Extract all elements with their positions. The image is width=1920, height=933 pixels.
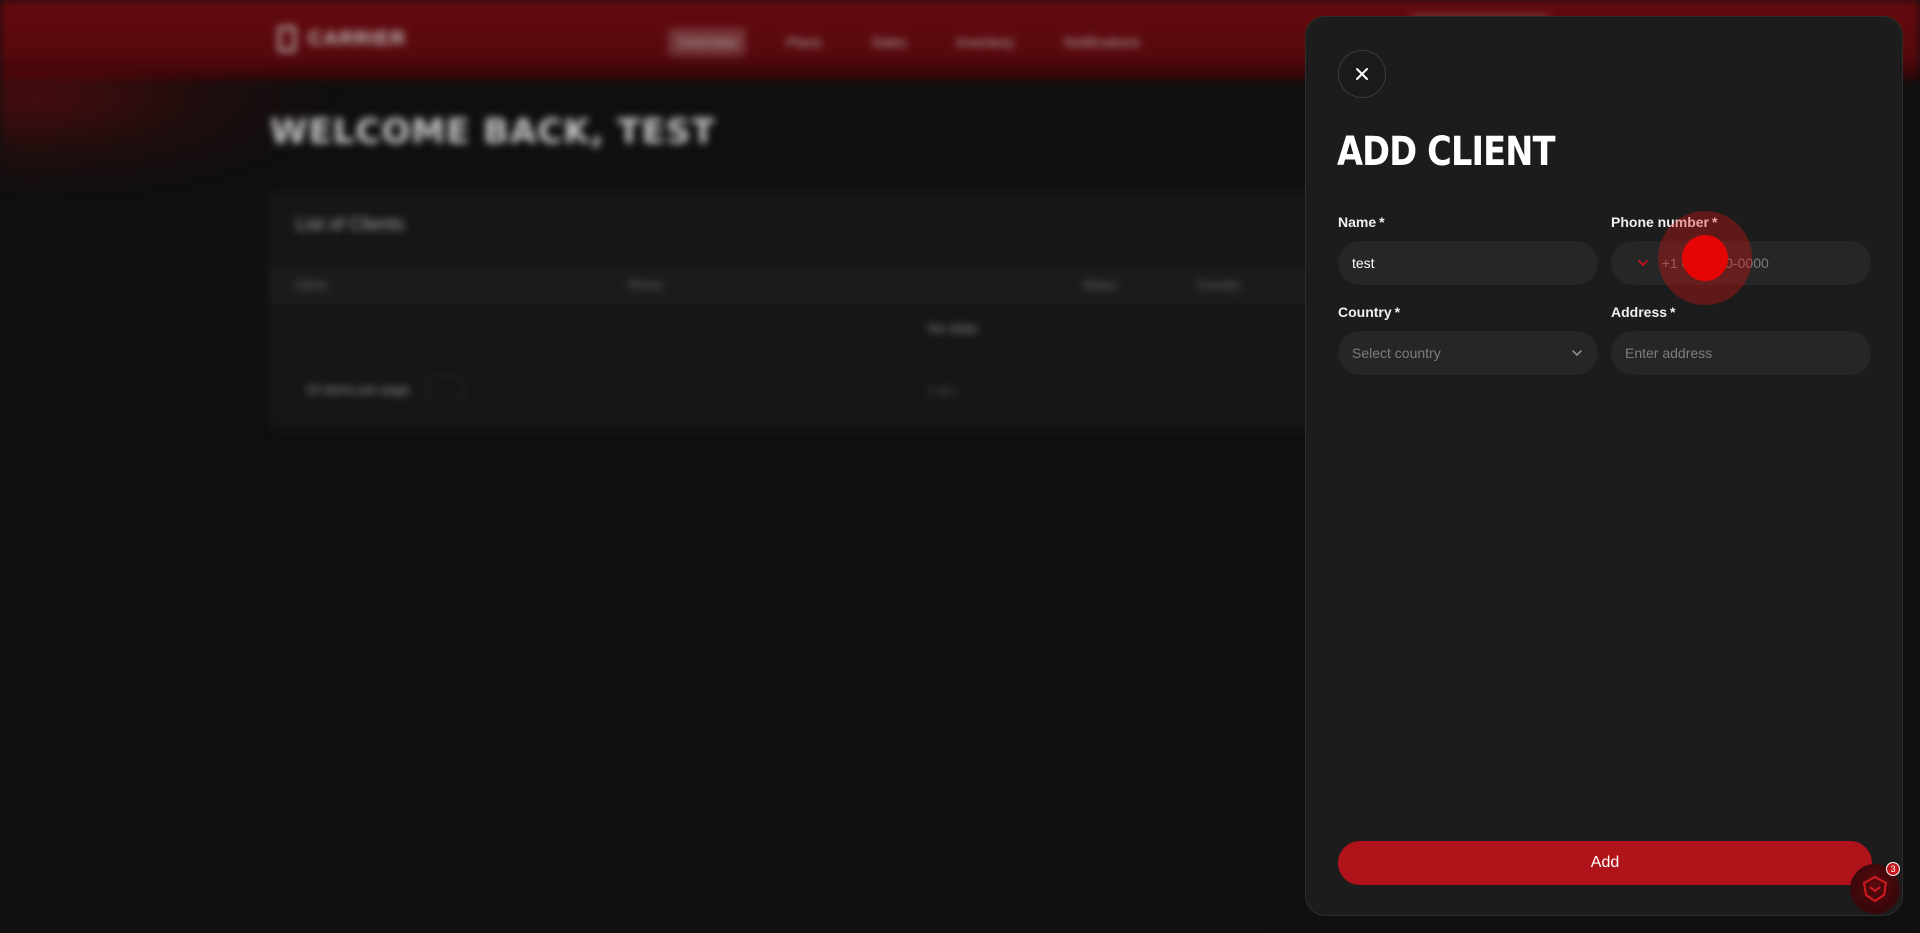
required-marker: *	[1394, 304, 1401, 320]
add-client-drawer: ADD CLIENT Name* Phone number* Country* …	[1305, 16, 1903, 916]
name-field[interactable]	[1338, 241, 1598, 285]
shield-emblem-icon	[1862, 875, 1888, 903]
address-label: Address *	[1611, 304, 1675, 320]
click-indicator-dot	[1682, 235, 1728, 281]
country-select[interactable]: Select country	[1338, 331, 1598, 375]
notification-badge: 3	[1886, 862, 1900, 876]
close-icon	[1356, 68, 1368, 80]
country-label-text: Country	[1338, 304, 1392, 320]
drawer-title: ADD CLIENT	[1337, 129, 1555, 175]
country-code-select[interactable]	[1611, 256, 1658, 270]
address-label-text: Address	[1611, 304, 1668, 320]
close-button[interactable]	[1338, 50, 1386, 98]
country-label: Country *	[1338, 304, 1400, 320]
name-label-text: Name	[1338, 214, 1377, 230]
country-select-placeholder: Select country	[1352, 345, 1441, 361]
address-input[interactable]	[1611, 345, 1871, 361]
required-marker: *	[1379, 214, 1385, 230]
address-field[interactable]	[1611, 331, 1871, 375]
name-label: Name *	[1338, 214, 1385, 230]
required-marker: *	[1670, 304, 1676, 320]
add-button[interactable]: Add	[1338, 841, 1872, 885]
chevron-down-icon	[1570, 346, 1584, 360]
name-input[interactable]	[1338, 255, 1598, 271]
chevron-down-icon	[1637, 260, 1648, 267]
